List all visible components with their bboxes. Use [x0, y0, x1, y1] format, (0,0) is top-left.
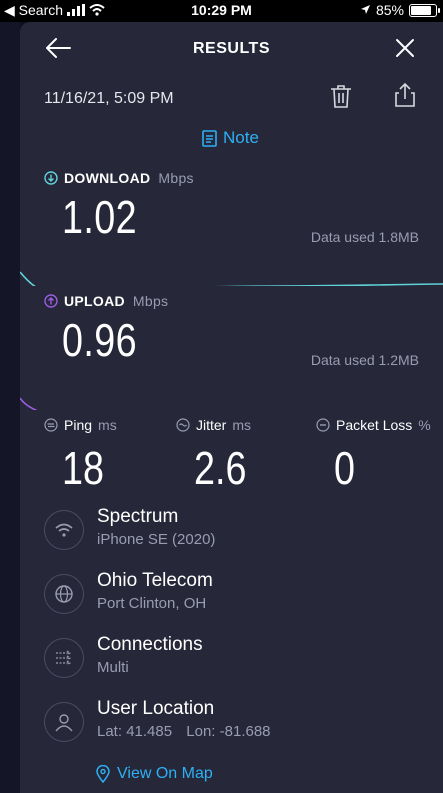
coordinates: Lat: 41.485 Lon: -81.688	[97, 723, 271, 740]
connections-row: Connections Multi	[44, 634, 424, 684]
user-location-row: User Location Lat: 41.485 Lon: -81.688	[44, 698, 424, 748]
connections-title: Connections	[97, 634, 203, 655]
user-icon	[44, 702, 84, 742]
wifi-icon	[44, 510, 84, 550]
view-on-map-link[interactable]: View On Map	[96, 765, 213, 783]
download-label-group: DOWNLOAD Mbps	[44, 170, 194, 186]
close-button[interactable]	[391, 34, 419, 62]
jitter-stat: Jitter ms 2.6	[176, 417, 258, 495]
results-header: RESULTS	[20, 22, 443, 74]
download-arrow-icon	[44, 171, 58, 185]
server-row[interactable]: Ohio Telecom Port Clinton, OH	[44, 570, 424, 620]
delete-button[interactable]	[330, 84, 354, 110]
download-graph-line	[20, 271, 443, 286]
battery-level	[411, 5, 431, 15]
packet-loss-stat: Packet Loss % 0	[316, 417, 431, 495]
lat-label: Lat:	[97, 723, 123, 740]
results-card: RESULTS 11/16/21, 5:09 PM Note DOWNLOAD …	[20, 22, 443, 793]
share-icon	[395, 82, 415, 107]
upload-label: UPLOAD	[64, 293, 125, 309]
lon-value: -81.688	[219, 723, 271, 740]
upload-graph	[20, 397, 38, 410]
location-arrow-icon	[360, 2, 371, 18]
jitter-label: Jitter	[196, 417, 227, 433]
lon-label: Lon:	[186, 723, 216, 740]
server-location: Port Clinton, OH	[97, 595, 207, 612]
ping-stat: Ping ms 18	[44, 417, 117, 495]
upload-speed-value: 0.96	[62, 314, 138, 366]
upload-label-group: UPLOAD Mbps	[44, 293, 168, 309]
packet-loss-unit: %	[418, 417, 431, 433]
user-location-title: User Location	[97, 698, 215, 719]
note-label: Note	[223, 128, 259, 147]
trash-icon	[331, 85, 351, 108]
upload-data-used: Data used 1.2MB	[310, 352, 419, 368]
download-speed-value: 1.02	[62, 191, 138, 243]
status-right: 85%	[360, 2, 440, 18]
provider-name: Spectrum	[97, 506, 179, 527]
ping-unit: ms	[98, 417, 117, 433]
background-layer	[0, 22, 20, 793]
connections-value: Multi	[97, 659, 129, 676]
lat-value: 41.485	[126, 723, 173, 740]
close-icon	[396, 39, 414, 57]
ping-icon	[44, 418, 58, 432]
ping-value: 18	[62, 442, 104, 494]
battery-percent: 85%	[375, 2, 404, 18]
upload-graph-line	[20, 397, 38, 410]
battery-icon	[409, 3, 440, 17]
jitter-unit: ms	[232, 417, 252, 433]
packet-loss-icon	[316, 418, 330, 432]
status-bar: ◀ Search 10:29 PM 85%	[0, 0, 443, 22]
download-label: DOWNLOAD	[64, 170, 151, 186]
server-name: Ohio Telecom	[97, 570, 213, 591]
upload-unit: Mbps	[132, 293, 169, 309]
globe-icon	[44, 574, 84, 614]
packet-loss-value: 0	[334, 442, 355, 494]
result-datetime: 11/16/21, 5:09 PM	[44, 90, 174, 107]
upload-arrow-icon	[44, 294, 58, 308]
note-button[interactable]: Note	[202, 128, 259, 148]
device-name: iPhone SE (2020)	[97, 531, 216, 548]
jitter-icon	[176, 418, 190, 432]
download-graph	[20, 271, 443, 286]
packet-loss-label: Packet Loss	[336, 417, 413, 433]
provider-row: Spectrum iPhone SE (2020)	[44, 506, 424, 556]
download-data-used: Data used 1.8MB	[310, 229, 419, 245]
download-unit: Mbps	[158, 170, 194, 186]
ping-label: Ping	[64, 417, 93, 433]
connections-icon	[44, 638, 84, 678]
page-title: RESULTS	[193, 40, 270, 57]
share-button[interactable]	[394, 82, 418, 110]
view-on-map-label: View On Map	[117, 765, 213, 782]
note-icon	[202, 129, 217, 147]
jitter-value: 2.6	[194, 442, 247, 494]
map-pin-icon	[96, 765, 110, 783]
